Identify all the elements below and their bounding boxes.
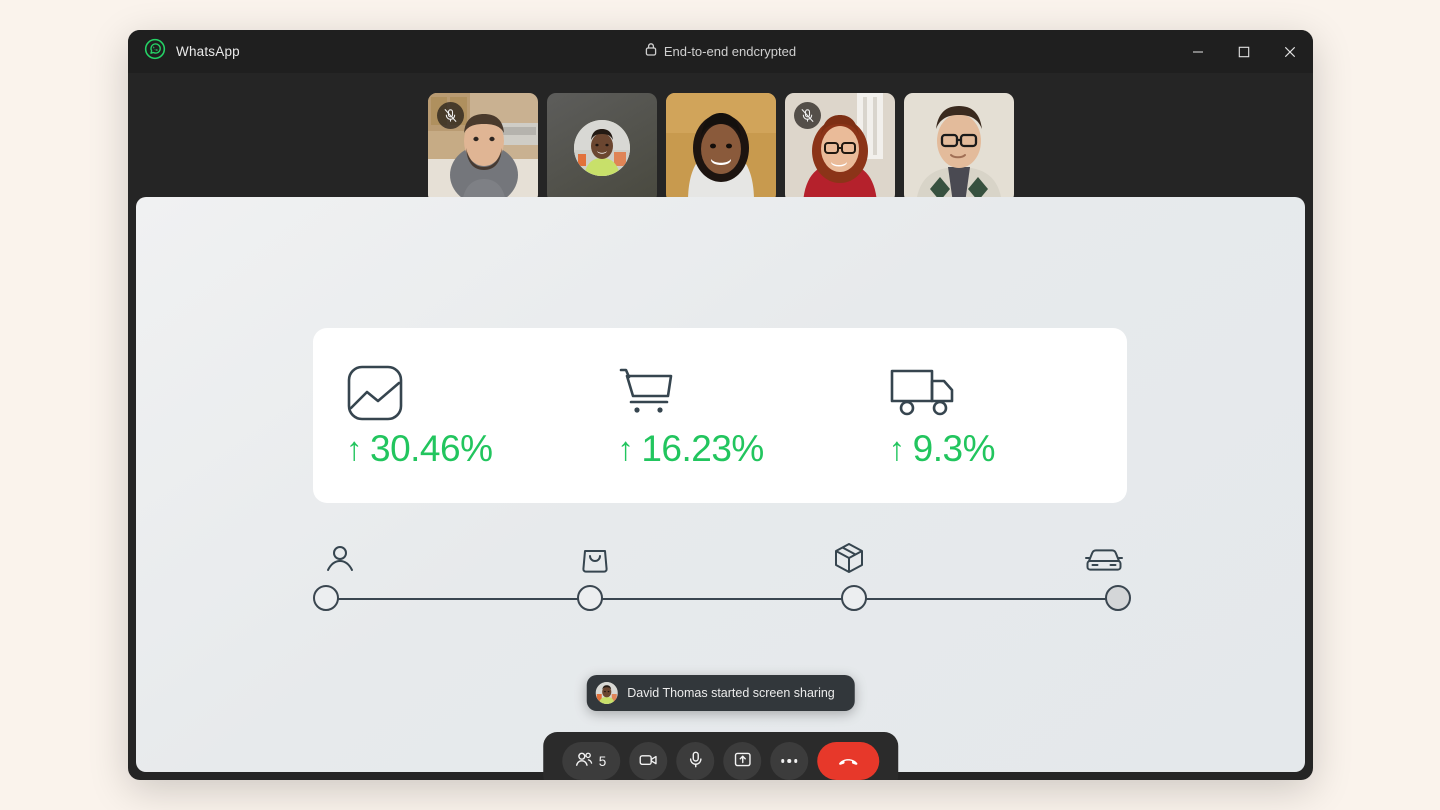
- minimize-button[interactable]: [1175, 30, 1221, 73]
- camera-button[interactable]: [629, 742, 668, 780]
- whatsapp-logo-icon: [144, 38, 166, 65]
- timeline-node[interactable]: [1105, 585, 1131, 611]
- trend-up-arrow-icon: ↑: [617, 430, 634, 467]
- car-icon: [1077, 545, 1131, 575]
- image-chart-icon: [346, 362, 404, 424]
- video-camera-icon: [638, 750, 658, 773]
- title-bar: WhatsApp End-to-end endcrypted: [128, 30, 1313, 73]
- microphone-button[interactable]: [676, 742, 715, 780]
- more-options-button[interactable]: [770, 742, 809, 780]
- participant-tile[interactable]: [665, 93, 776, 203]
- participant-tile[interactable]: [784, 93, 895, 203]
- trend-up-arrow-icon: ↑: [888, 430, 906, 467]
- end-call-button[interactable]: [817, 742, 880, 780]
- people-icon: [574, 750, 593, 772]
- participant-tile[interactable]: [546, 93, 657, 203]
- participant-tile[interactable]: [903, 93, 1014, 203]
- metrics-card: ↑ 30.46% ↑ 16.23% ↑ 9.3%: [313, 328, 1127, 503]
- more-horizontal-icon: [781, 759, 798, 763]
- participants-button[interactable]: 5: [561, 742, 621, 780]
- call-control-bar: 5: [542, 732, 899, 780]
- close-button[interactable]: [1267, 30, 1313, 73]
- app-brand: WhatsApp: [128, 38, 240, 65]
- window-controls: [1175, 30, 1313, 73]
- metric-value: ↑ 16.23%: [617, 428, 764, 470]
- whatsapp-window: WhatsApp End-to-end endcrypted ↑ 30.46% …: [128, 30, 1313, 780]
- timeline-node[interactable]: [841, 585, 867, 611]
- shopping-bag-icon: [568, 543, 622, 575]
- timeline-node[interactable]: [313, 585, 339, 611]
- user-icon: [313, 543, 367, 575]
- participant-video: [665, 93, 776, 203]
- metric-percent: 9.3%: [912, 427, 996, 469]
- metric-item: ↑ 30.46%: [313, 362, 584, 470]
- participant-video: [903, 93, 1014, 203]
- timeline-nodes: [313, 585, 1131, 611]
- metric-percent: 16.23%: [641, 427, 764, 469]
- participant-tile[interactable]: [427, 93, 538, 203]
- delivery-truck-icon: [889, 362, 959, 424]
- metric-item: ↑ 9.3%: [856, 362, 1127, 470]
- trend-up-arrow-icon: ↑: [346, 430, 363, 467]
- shopping-cart-icon: [617, 362, 677, 424]
- toast-message: David Thomas started screen sharing: [627, 686, 835, 700]
- metric-percent: 30.46%: [370, 427, 493, 469]
- participants-count: 5: [598, 753, 607, 769]
- app-title: WhatsApp: [176, 44, 240, 59]
- lock-icon: [645, 42, 657, 61]
- maximize-button[interactable]: [1221, 30, 1267, 73]
- share-screen-button[interactable]: [723, 742, 762, 780]
- mic-off-icon: [793, 102, 821, 129]
- encryption-status: End-to-end endcrypted: [128, 30, 1313, 73]
- toast-avatar: [595, 682, 618, 704]
- mic-off-icon: [436, 102, 464, 129]
- order-progress-timeline: [313, 527, 1131, 637]
- screen-share-toast: David Thomas started screen sharing: [586, 675, 855, 711]
- participant-avatar: [573, 120, 630, 176]
- metric-item: ↑ 16.23%: [584, 362, 855, 470]
- end-call-icon: [836, 748, 860, 775]
- package-box-icon: [822, 541, 876, 575]
- microphone-icon: [686, 750, 705, 772]
- timeline-icons: [313, 527, 1131, 575]
- share-screen-icon: [733, 750, 752, 772]
- metric-value: ↑ 30.46%: [346, 428, 493, 470]
- encryption-label: End-to-end endcrypted: [663, 44, 797, 59]
- timeline-node[interactable]: [577, 585, 603, 611]
- metric-value: ↑ 9.3%: [888, 427, 996, 470]
